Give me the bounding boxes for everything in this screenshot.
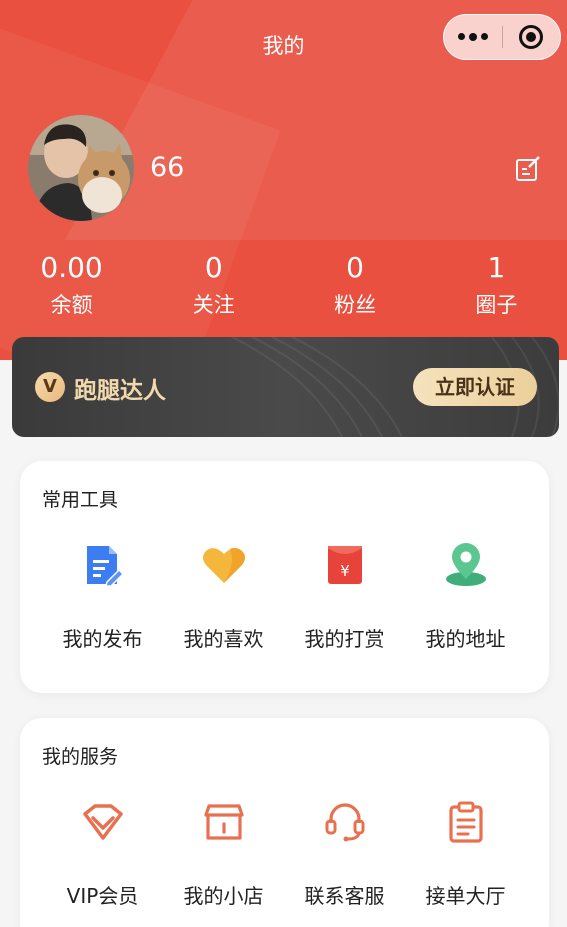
service-my-shop[interactable]: 我的小店 [163, 798, 284, 909]
tool-my-address[interactable]: 我的地址 [405, 541, 526, 652]
service-vip-membership[interactable]: VIP会员 [42, 798, 163, 909]
tool-my-likes[interactable]: 我的喜欢 [163, 541, 284, 652]
my-services-card: 我的服务 VIP会员 我的小店 联系客服 接单大厅 [20, 718, 549, 927]
stat-following[interactable]: 0 关注 [143, 250, 284, 319]
stat-label: 关注 [192, 293, 235, 317]
tool-my-posts[interactable]: 我的发布 [42, 541, 163, 652]
stat-followers[interactable]: 0 粉丝 [284, 250, 425, 319]
runner-certification-banner[interactable]: V 跑腿达人 立即认证 [12, 337, 559, 437]
tool-label: 我的打赏 [304, 627, 385, 651]
stat-label: 余额 [50, 293, 93, 317]
stat-circles[interactable]: 1 圈子 [426, 250, 567, 319]
stat-label: 圈子 [475, 293, 518, 317]
section-title: 我的服务 [42, 746, 119, 768]
clipboard-icon [442, 798, 490, 846]
stat-label: 粉丝 [334, 293, 377, 317]
stat-balance[interactable]: 0.00 余额 [0, 250, 143, 319]
runner-title: 跑腿达人 [74, 378, 166, 404]
tool-label: 我的喜欢 [183, 627, 264, 651]
tool-my-tips[interactable]: ¥ 我的打赏 [284, 541, 405, 652]
certify-now-button[interactable]: 立即认证 [413, 368, 537, 406]
service-order-hall[interactable]: 接单大厅 [405, 798, 526, 909]
diamond-icon [79, 798, 127, 846]
service-label: 接单大厅 [425, 884, 506, 908]
stats-row: 0.00 余额 0 关注 0 粉丝 1 圈子 [0, 250, 567, 319]
service-label: 我的小店 [183, 884, 264, 908]
heart-icon [200, 541, 248, 589]
service-label: 联系客服 [304, 884, 385, 908]
tool-label: 我的发布 [62, 627, 143, 651]
location-pin-icon [442, 541, 490, 589]
shop-icon [200, 798, 248, 846]
stat-value: 0 [204, 251, 223, 284]
stat-value: 1 [487, 251, 506, 284]
tools-grid: 我的发布 我的喜欢 ¥ 我的打赏 我的地址 [20, 541, 549, 652]
svg-text:¥: ¥ [340, 562, 350, 580]
headset-icon [321, 798, 369, 846]
services-grid: VIP会员 我的小店 联系客服 接单大厅 [20, 798, 549, 909]
username: 66 [150, 152, 185, 183]
mini-program-capsule [443, 14, 561, 60]
target-icon [519, 25, 544, 49]
common-tools-card: 常用工具 我的发布 我的喜欢 ¥ 我的打赏 我的地址 [20, 461, 549, 693]
edit-icon[interactable] [514, 155, 542, 183]
stat-value: 0.00 [40, 251, 103, 284]
service-label: VIP会员 [66, 884, 139, 908]
more-menu-icon[interactable] [444, 33, 502, 41]
close-mini-program-button[interactable] [503, 25, 561, 49]
document-edit-icon [79, 541, 127, 589]
tool-label: 我的地址 [425, 627, 506, 651]
section-title: 常用工具 [42, 489, 119, 511]
stat-value: 0 [346, 251, 364, 284]
v-badge-icon: V [35, 372, 65, 402]
service-customer-support[interactable]: 联系客服 [284, 798, 405, 909]
avatar[interactable] [28, 115, 134, 221]
red-envelope-icon: ¥ [321, 541, 369, 589]
